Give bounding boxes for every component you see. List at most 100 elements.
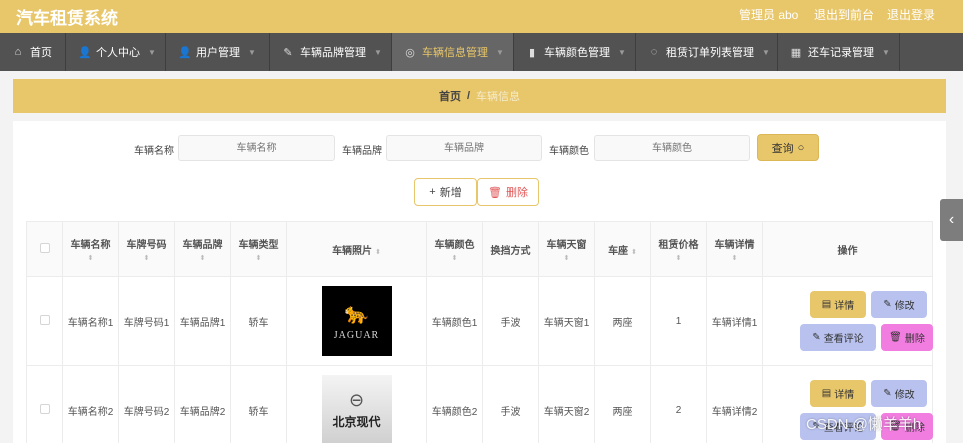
main-nav: ⌂ 首页 👤 个人中心 ▼ 👤 用户管理 ▼ ✎ 车辆品牌管理 ▼ ◎ 车辆信息… xyxy=(0,33,963,71)
user-icon: 👤 xyxy=(178,46,192,59)
cell-brand: 车辆品牌1 xyxy=(174,276,231,366)
column-header[interactable]: 车辆颜色 ⬍ xyxy=(426,221,483,277)
cell-type: 轿车 xyxy=(230,365,287,443)
column-header[interactable]: 车牌号码 ⬍ xyxy=(118,221,175,277)
sort-icon[interactable]: ⬍ xyxy=(235,254,282,262)
cell-type: 轿车 xyxy=(230,276,287,366)
vehicle-photo[interactable]: 🐆 JAGUAR xyxy=(321,286,392,356)
column-header[interactable]: 车辆照片 ⬍ xyxy=(286,221,427,277)
nav-item-return-record-management[interactable]: ▦ 还车记录管理 ▼ xyxy=(778,33,900,71)
row-select-cell xyxy=(26,276,63,366)
chevron-down-icon: ▼ xyxy=(374,47,382,57)
nav-label: 首页 xyxy=(30,47,52,59)
delete-button[interactable]: 🗑 删除 xyxy=(881,324,933,351)
row-actions: ▤ 详情 ✎ 修改 ✎ 查看评论 🗑 删除 xyxy=(763,277,933,365)
exit-to-front-link[interactable]: 退出到前台 xyxy=(814,6,874,23)
vehicle-name-label: 车辆名称 xyxy=(134,146,174,157)
cell-color: 车辆颜色1 xyxy=(426,276,483,366)
nav-item-color-management[interactable]: ▮ 车辆颜色管理 ▼ xyxy=(514,33,636,71)
vehicle-name-input[interactable] xyxy=(178,135,335,161)
column-header[interactable]: 租赁价格 ⬍ xyxy=(650,221,707,277)
edit-button[interactable]: ✎ 修改 xyxy=(871,291,927,318)
grid-icon: ▦ xyxy=(790,46,802,59)
cell-gear: 手波 xyxy=(482,276,539,366)
cell-seats: 两座 xyxy=(594,365,651,443)
select-all-cell xyxy=(26,221,63,277)
cell-photo: ⊖ 北京现代 xyxy=(286,365,427,443)
table-row: 车辆名称1 车牌号码1 车辆品牌1 轿车 🐆 JAGUAR 车辆颜色1 手波 车… xyxy=(26,276,933,366)
chevron-down-icon: ▼ xyxy=(148,47,156,57)
row-checkbox[interactable] xyxy=(39,403,50,414)
trash-icon: 🗑 xyxy=(889,332,902,343)
add-button[interactable]: + 新增 xyxy=(414,178,477,206)
cell-sunroof: 车辆天窗1 xyxy=(538,276,595,366)
nav-label: 车辆信息管理 xyxy=(422,47,488,59)
nav-label: 个人中心 xyxy=(96,47,140,59)
sort-icon[interactable]: ⬍ xyxy=(631,249,637,256)
cell-ops: ▤ 详情 ✎ 修改 ✎ 查看评论 🗑 删除 xyxy=(762,276,933,366)
edit-icon: ✎ xyxy=(812,332,821,343)
view-reviews-button[interactable]: ✎ 查看评论 xyxy=(800,324,876,351)
sort-icon[interactable]: ⬍ xyxy=(655,254,702,262)
vehicle-photo[interactable]: ⊖ 北京现代 xyxy=(321,375,392,443)
cell-price: 2 xyxy=(650,365,707,443)
column-header[interactable]: 车辆名称 ⬍ xyxy=(62,221,119,277)
row-select-cell xyxy=(26,365,63,443)
batch-delete-button[interactable]: 🗑 删除 xyxy=(477,178,539,206)
sort-icon[interactable]: ⬍ xyxy=(123,254,170,262)
detail-button[interactable]: ▤ 详情 xyxy=(810,291,866,318)
nav-item-rental-order-management[interactable]: ◌ 租赁订单列表管理 ▼ xyxy=(636,33,778,71)
breadcrumb-home[interactable]: 首页 xyxy=(439,88,461,104)
column-header[interactable]: 车辆详情 ⬍ xyxy=(706,221,763,277)
chevron-down-icon: ▼ xyxy=(882,47,890,57)
table-header-row: 车辆名称 ⬍ 车牌号码 ⬍ 车辆品牌 ⬍ 车辆类型 ⬍ 车辆照片 ⬍ 车辆颜色 ⬍ 换挡方式… xyxy=(26,221,933,277)
hyundai-logo-icon: ⊖ xyxy=(348,390,365,410)
user-icon: 👤 xyxy=(78,46,92,59)
side-collapse-tab[interactable]: ‹ xyxy=(940,199,963,241)
breadcrumb-separator: / xyxy=(466,90,471,102)
cell-gear: 手波 xyxy=(482,365,539,443)
chevron-down-icon: ▼ xyxy=(762,47,770,57)
cell-name: 车辆名称2 xyxy=(62,365,119,443)
column-header[interactable]: 车座 ⬍ xyxy=(594,221,651,277)
admin-user-label: 管理员 abo xyxy=(739,8,799,22)
sort-icon[interactable]: ⬍ xyxy=(67,254,114,262)
sort-icon[interactable]: ⬍ xyxy=(711,254,758,262)
column-header[interactable]: 车辆天窗 ⬍ xyxy=(538,221,595,277)
edit-button[interactable]: ✎ 修改 xyxy=(871,380,927,407)
cell-seats: 两座 xyxy=(594,276,651,366)
doc-icon: ▤ xyxy=(821,299,832,310)
vehicle-color-input[interactable] xyxy=(594,135,750,161)
table-row: 车辆名称2 车牌号码2 车辆品牌2 轿车 ⊖ 北京现代 车辆颜色2 手波 车辆天… xyxy=(26,365,933,443)
plus-icon: + xyxy=(429,186,436,198)
query-button[interactable]: 查询 ○ xyxy=(757,134,819,161)
cell-price: 1 xyxy=(650,276,707,366)
sort-icon[interactable]: ⬍ xyxy=(431,254,478,262)
photo-brand-text: JAGUAR xyxy=(333,330,380,341)
vehicle-brand-input[interactable] xyxy=(386,135,542,161)
doc-icon: ▤ xyxy=(821,388,832,399)
logout-link[interactable]: 退出登录 xyxy=(887,6,935,23)
delete-label: 删除 xyxy=(505,187,528,199)
sort-icon[interactable]: ⬍ xyxy=(543,254,590,262)
cell-plate: 车牌号码2 xyxy=(118,365,175,443)
nav-item-home[interactable]: ⌂ 首页 xyxy=(0,33,66,71)
sort-icon[interactable]: ⬍ xyxy=(179,254,226,262)
jaguar-logo-icon: 🐆 xyxy=(344,303,369,325)
column-header: 换挡方式 xyxy=(482,221,539,277)
select-all-checkbox[interactable] xyxy=(39,242,50,253)
sort-icon[interactable]: ⬍ xyxy=(375,249,381,256)
nav-item-user-management[interactable]: 👤 用户管理 ▼ xyxy=(166,33,270,71)
cell-brand: 车辆品牌2 xyxy=(174,365,231,443)
nav-item-vehicle-info-management[interactable]: ◎ 车辆信息管理 ▼ xyxy=(392,33,514,71)
row-checkbox[interactable] xyxy=(39,314,50,325)
cell-detail: 车辆详情1 xyxy=(706,276,763,366)
chevron-down-icon: ▼ xyxy=(248,47,256,57)
nav-item-personal-center[interactable]: 👤 个人中心 ▼ xyxy=(66,33,166,71)
breadcrumb-current: 车辆信息 xyxy=(476,91,521,103)
nav-label: 车辆品牌管理 xyxy=(300,47,366,59)
column-header[interactable]: 车辆类型 ⬍ xyxy=(230,221,287,277)
column-header[interactable]: 车辆品牌 ⬍ xyxy=(174,221,231,277)
nav-item-brand-management[interactable]: ✎ 车辆品牌管理 ▼ xyxy=(270,33,392,71)
detail-button[interactable]: ▤ 详情 xyxy=(810,380,866,407)
